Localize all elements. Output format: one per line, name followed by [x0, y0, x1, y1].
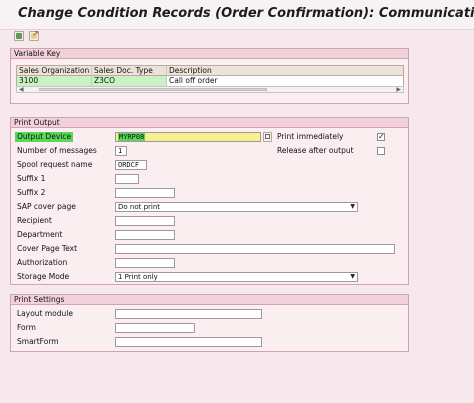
variable-key-group: Variable Key Sales Organization Sales Do…: [10, 48, 409, 104]
cell-doc-type[interactable]: Z3CO: [92, 76, 167, 86]
form-label: Form: [17, 323, 36, 332]
spool-name-input[interactable]: ORDCF: [115, 160, 147, 170]
cover-page-dropdown[interactable]: Do not print ▼: [115, 202, 358, 212]
output-device-input[interactable]: MYRP08: [115, 132, 261, 142]
chevron-down-icon[interactable]: ▼: [350, 273, 355, 281]
title-bar: Change Condition Records (Order Confirma…: [0, 0, 474, 30]
recipient-label: Recipient: [17, 216, 52, 225]
print-settings-group: Print Settings Layout module Form SmartF…: [10, 294, 409, 352]
print-immediately-checkbox[interactable]: ✓: [377, 132, 385, 141]
output-device-lookup-button[interactable]: [263, 132, 272, 142]
scroll-left-icon[interactable]: ◀: [19, 86, 24, 93]
window-title: Change Condition Records (Order Confirma…: [18, 6, 474, 21]
scroll-thumb[interactable]: [39, 88, 267, 91]
smartform-label: SmartForm: [17, 337, 59, 346]
layout-module-input[interactable]: [115, 309, 262, 319]
num-messages-input[interactable]: 1: [115, 146, 127, 156]
release-after-label: Release after output: [277, 146, 354, 155]
cell-description[interactable]: Call off order: [167, 76, 403, 86]
scroll-right-icon[interactable]: ▶: [396, 86, 401, 93]
department-input[interactable]: [115, 230, 175, 240]
cover-text-input[interactable]: [115, 244, 395, 254]
cover-page-label: SAP cover page: [17, 202, 76, 211]
storage-mode-dropdown[interactable]: 1 Print only ▼: [115, 272, 358, 282]
authorization-label: Authorization: [17, 258, 68, 267]
print-output-group: Print Output Output Device MYRP08 Print …: [10, 117, 409, 285]
form-input[interactable]: [115, 323, 195, 333]
new-entry-icon: [16, 33, 22, 39]
print-settings-title: Print Settings: [11, 295, 408, 305]
suffix2-label: Suffix 2: [17, 188, 46, 197]
output-device-label: Output Device: [15, 132, 74, 142]
table-header: Sales Organization Sales Doc. Type Descr…: [17, 66, 403, 76]
release-after-checkbox[interactable]: [377, 147, 385, 155]
suffix1-input[interactable]: [115, 174, 139, 184]
recipient-input[interactable]: [115, 216, 175, 226]
table-row[interactable]: 3100 Z3CO Call off order: [17, 76, 403, 86]
num-messages-label: Number of messages: [17, 146, 97, 155]
column-header-doc-type[interactable]: Sales Doc. Type: [92, 66, 167, 76]
variable-key-title: Variable Key: [11, 49, 408, 59]
cover-text-label: Cover Page Text: [17, 244, 78, 253]
output-device-value: MYRP08: [118, 133, 146, 141]
storage-mode-value: 1 Print only: [118, 273, 158, 281]
chevron-down-icon[interactable]: ▼: [350, 203, 355, 211]
new-entry-button[interactable]: [14, 31, 24, 41]
authorization-input[interactable]: [115, 258, 175, 268]
arrow-icon: ↗: [32, 29, 39, 38]
column-header-sales-org[interactable]: Sales Organization: [17, 66, 92, 76]
horizontal-scrollbar[interactable]: ◀ ▶: [16, 86, 404, 93]
cell-sales-org[interactable]: 3100: [17, 76, 92, 86]
spool-name-label: Spool request name: [17, 160, 93, 169]
application-toolbar: ↗: [0, 30, 474, 44]
suffix2-input[interactable]: [115, 188, 175, 198]
cover-page-value: Do not print: [118, 203, 161, 211]
suffix1-label: Suffix 1: [17, 174, 46, 183]
possible-entries-icon: [265, 134, 270, 139]
smartform-input[interactable]: [115, 337, 262, 347]
storage-mode-label: Storage Mode: [17, 272, 70, 281]
print-output-title: Print Output: [11, 118, 408, 128]
print-immediately-label: Print immediately: [277, 132, 344, 141]
variable-key-table: Sales Organization Sales Doc. Type Descr…: [16, 65, 404, 87]
layout-module-label: Layout module: [17, 309, 73, 318]
other-record-button[interactable]: ↗: [29, 29, 39, 41]
column-header-description[interactable]: Description: [167, 66, 403, 76]
checkmark-icon: ✓: [378, 132, 385, 141]
department-label: Department: [17, 230, 63, 239]
